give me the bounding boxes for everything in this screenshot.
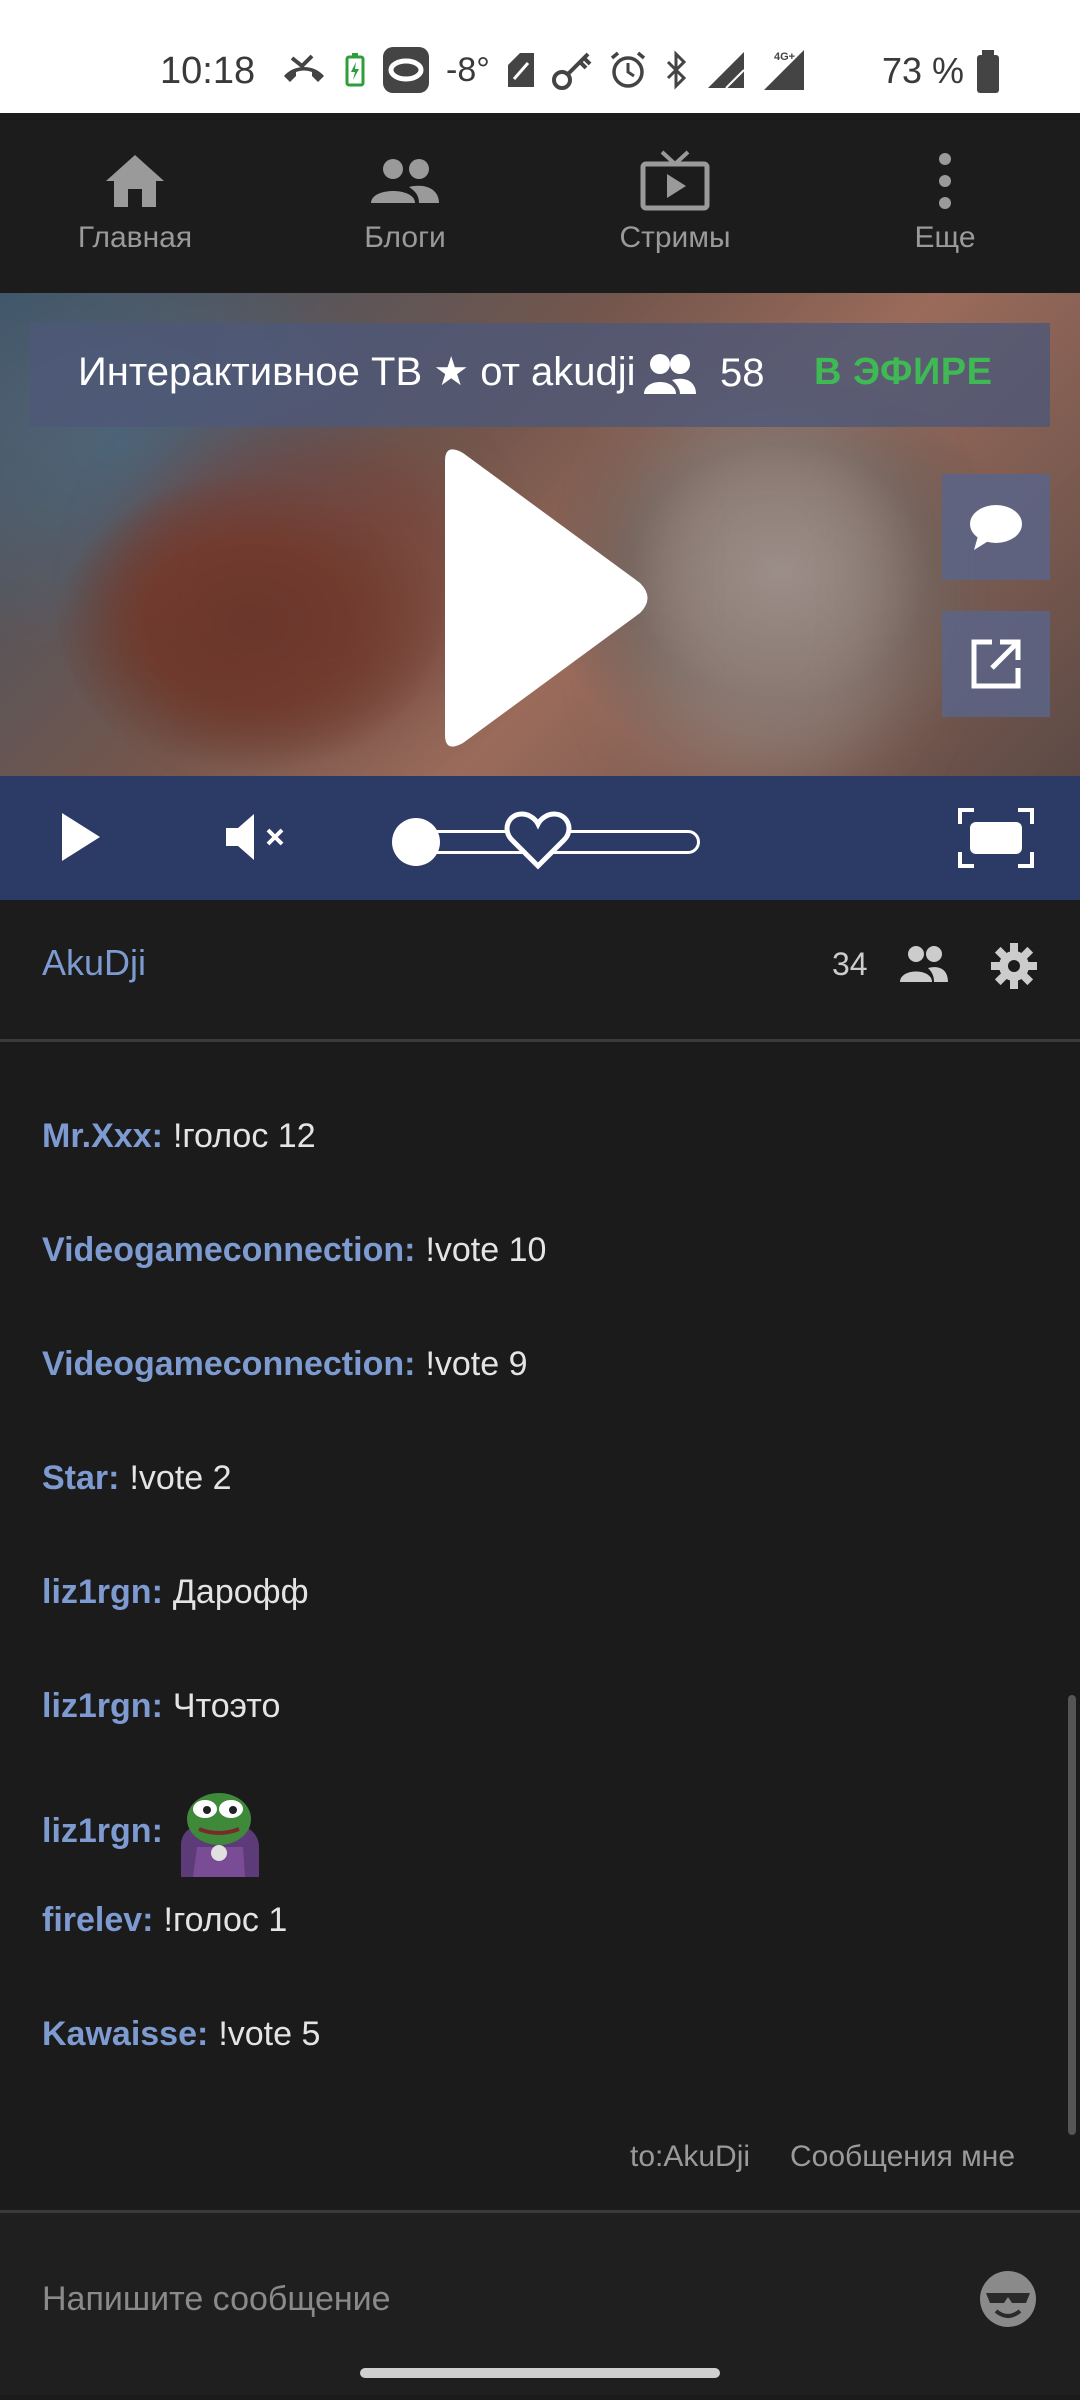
chat-text: !голос 1 [163, 1901, 288, 1939]
player-controls [0, 776, 1080, 900]
battery-percent: 73 % [882, 50, 965, 91]
key-icon [551, 52, 592, 90]
chat-text: !vote 2 [129, 1459, 232, 1497]
emoji-picker-icon[interactable] [978, 2269, 1038, 2329]
chat-users-icon[interactable] [898, 944, 950, 984]
chat-nick[interactable]: Mr.Xxx: [42, 1117, 163, 1156]
chat-scrollbar[interactable] [1068, 1695, 1076, 2135]
signal-4g-icon: 4G+ [763, 50, 804, 90]
play-overlay-icon[interactable] [425, 443, 655, 753]
chat-text: Дарофф [172, 1573, 309, 1611]
mute-button[interactable] [224, 810, 292, 864]
temperature: -8° [446, 50, 490, 89]
top-navigation: Главная Блоги Стримы Еще [0, 113, 1080, 293]
heart-icon [504, 811, 572, 870]
to-channel-link[interactable]: to:AkuDji [630, 2140, 750, 2174]
fullscreen-icon [958, 808, 1034, 868]
chat-nick[interactable]: Star: [42, 1459, 119, 1498]
live-badge: В ЭФИРЕ [814, 351, 993, 393]
missed-call-icon [284, 54, 324, 82]
stream-title: Интерактивное ТВ ★ от akudji [78, 350, 636, 394]
chat-nick[interactable]: liz1rgn: [42, 1687, 163, 1726]
chat-messages: Mr.Xxx: !голос 12 Videogameconnection: !… [0, 1045, 1080, 2207]
viewer-counter: 58 [642, 351, 765, 396]
chat-nick[interactable]: liz1rgn: [42, 1812, 163, 1851]
mentions-link[interactable]: Сообщения мне [790, 2140, 1015, 2174]
fullscreen-button[interactable] [958, 808, 1034, 868]
home-icon [106, 155, 164, 207]
nav-item-blogs[interactable]: Блоги [270, 113, 540, 293]
signal-icon [707, 52, 745, 89]
nav-label-streams: Стримы [619, 221, 731, 254]
nav-item-home[interactable]: Главная [0, 113, 270, 293]
bluetooth-icon [666, 50, 686, 90]
nav-label-more: Еще [914, 221, 976, 254]
chat-message: firelev: !голос 1 [42, 1901, 287, 1940]
external-link-icon [971, 639, 1021, 689]
home-indicator[interactable] [360, 2368, 720, 2378]
chat-message: Mr.Xxx: !голос 12 [42, 1117, 316, 1156]
status-bar: 10:18 -8° 4G+ 73 % [0, 0, 1080, 113]
chat-text: Чтоэто [172, 1687, 281, 1725]
chat-text: !vote 9 [425, 1345, 528, 1383]
chat-text: !vote 10 [425, 1231, 547, 1269]
status-icons: -8° 4G+ [280, 46, 806, 94]
chat-bubble-icon [970, 505, 1022, 550]
tv-icon [640, 150, 710, 211]
chat-text: !vote 5 [218, 2015, 321, 2053]
open-external-button[interactable] [942, 611, 1050, 717]
message-input[interactable] [42, 2269, 942, 2329]
video-frame-blur [640, 413, 900, 773]
chat-channel-name[interactable]: AkuDji [42, 942, 146, 984]
chat-nick[interactable]: liz1rgn: [42, 1573, 163, 1612]
chat-message: Videogameconnection: !vote 10 [42, 1231, 546, 1270]
like-button[interactable] [504, 810, 572, 870]
chat-nick[interactable]: Videogameconnection: [42, 1345, 415, 1384]
oval-app-icon [383, 47, 429, 93]
chat-header: AkuDji 34 [0, 900, 1080, 1042]
stream-title-bar: Интерактивное ТВ ★ от akudji 58 В ЭФИРЕ [30, 323, 1050, 427]
status-time: 10:18 [160, 50, 256, 92]
nav-label-blogs: Блоги [364, 221, 446, 254]
chat-nick[interactable]: firelev: [42, 1901, 154, 1940]
nav-item-more[interactable]: Еще [810, 113, 1080, 293]
volume-slider-handle[interactable] [392, 818, 440, 866]
chat-message: Star: !vote 2 [42, 1459, 232, 1498]
sim-icon [507, 53, 534, 87]
chat-message: liz1rgn: Дарофф [42, 1573, 309, 1612]
chat-message: liz1rgn: Чтоэто [42, 1687, 280, 1726]
video-player[interactable]: Интерактивное ТВ ★ от akudji 58 В ЭФИРЕ [0, 293, 1080, 776]
pepe-emote-icon [173, 1785, 265, 1877]
battery-charging-icon [345, 53, 365, 87]
volume-muted-icon [226, 814, 284, 860]
viewers-icon [644, 353, 696, 394]
chat-message: Kawaisse: !vote 5 [42, 2015, 320, 2054]
settings-gear-icon[interactable] [990, 942, 1038, 990]
chat-user-count: 34 [832, 946, 868, 982]
chat-message: Videogameconnection: !vote 9 [42, 1345, 528, 1384]
more-vert-icon [939, 153, 951, 209]
chat-nick[interactable]: Kawaisse: [42, 2015, 208, 2054]
toggle-chat-button[interactable] [942, 474, 1050, 580]
play-icon [62, 813, 100, 861]
viewer-count: 58 [720, 351, 765, 395]
alarm-icon [610, 51, 645, 88]
chat-text: !голос 12 [172, 1117, 316, 1155]
chat-nick[interactable]: Videogameconnection: [42, 1231, 415, 1270]
people-icon [371, 159, 439, 203]
play-button[interactable] [56, 809, 104, 865]
nav-label-home: Главная [77, 221, 193, 254]
chat-message: liz1rgn: [42, 1785, 265, 1877]
battery-icon [977, 50, 999, 93]
svg-text:4G+: 4G+ [774, 51, 795, 63]
nav-item-streams[interactable]: Стримы [540, 113, 810, 293]
